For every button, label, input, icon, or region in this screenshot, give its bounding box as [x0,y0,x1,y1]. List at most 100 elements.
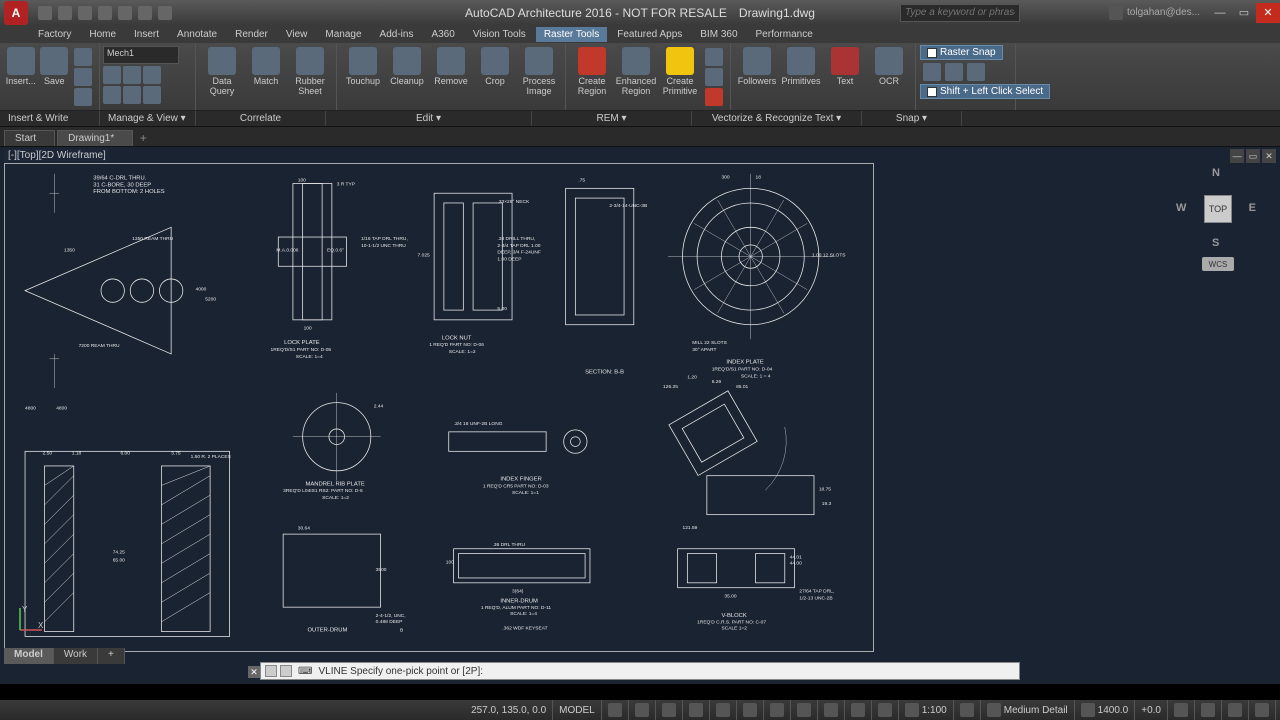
region-color-icon[interactable] [705,88,723,106]
panel-rem[interactable]: REM ▾ [532,111,692,126]
doctab-start[interactable]: Start [4,130,55,146]
minimize-button[interactable]: — [1208,3,1232,23]
help-search-input[interactable] [900,4,1020,22]
qat-saveas-icon[interactable] [98,6,112,20]
shift-click-select-toggle[interactable]: Shift + Left Click Select [920,84,1050,99]
tab-view[interactable]: View [278,27,316,42]
world-file-icon[interactable] [74,88,92,106]
image-selector[interactable]: Mech1 [103,46,179,64]
raster-drawing-canvas[interactable]: 39/64 C-DRL THRU. 31 C-BORE, 30 DEEP FRO… [4,163,874,652]
rubber-sheet-button[interactable]: Rubber Sheet [288,45,332,105]
enhanced-region-button[interactable]: Enhanced Region [614,45,658,105]
wcs-badge[interactable]: WCS [1202,257,1234,271]
status-coords[interactable]: 257.0, 135.0, 0.0 [465,700,553,720]
panel-snap[interactable]: Snap ▾ [862,111,962,126]
viewcube-w[interactable]: W [1176,202,1186,214]
touchup-button[interactable]: Touchup [341,45,385,105]
app-icon[interactable]: A [4,1,28,25]
viewcube-n[interactable]: N [1212,167,1220,179]
vp-maximize-icon[interactable]: ▭ [1246,149,1260,163]
snap-end-icon[interactable] [923,63,941,81]
insert-button[interactable]: Insert... [4,45,38,105]
zoom-to-icon[interactable] [103,66,121,84]
cmd-recent-icon[interactable] [265,665,277,677]
cmd-options-icon[interactable] [280,665,292,677]
create-region-button[interactable]: Create Region [570,45,614,105]
qat-undo-icon[interactable] [138,6,152,20]
followers-button[interactable]: Followers [735,45,779,105]
snap-corner-icon[interactable] [967,63,985,81]
info-icon[interactable] [143,66,161,84]
create-primitive-button[interactable]: Create Primitive [658,45,702,105]
status-plus[interactable]: +0.0 [1135,700,1168,720]
tab-factory[interactable]: Factory [30,27,79,42]
tab-render[interactable]: Render [227,27,276,42]
frames-icon[interactable] [103,86,121,104]
dynamic-input-icon[interactable] [851,703,865,717]
3dosnap-icon[interactable] [770,703,784,717]
panel-vectorize[interactable]: Vectorize & Recognize Text ▾ [692,111,862,126]
gear-icon[interactable] [960,703,974,717]
qat-redo-icon[interactable] [158,6,172,20]
tab-a360[interactable]: A360 [423,27,462,42]
maximize-button[interactable]: ▭ [1232,3,1256,23]
grid-icon[interactable] [608,703,622,717]
otrack-icon[interactable] [797,703,811,717]
tab-performance[interactable]: Performance [748,27,821,42]
viewcube-e[interactable]: E [1249,202,1256,214]
viewcube-s[interactable]: S [1212,237,1219,249]
doctab-drawing1[interactable]: Drawing1* [57,130,133,146]
export-icon[interactable] [74,68,92,86]
panel-edit[interactable]: Edit ▾ [326,111,532,126]
vp-close-icon[interactable]: ✕ [1262,149,1276,163]
merge-icon[interactable] [705,48,723,66]
vp-minimize-icon[interactable]: — [1230,149,1244,163]
clear-icon[interactable] [705,68,723,86]
osnap-icon[interactable] [743,703,757,717]
qat-open-icon[interactable] [58,6,72,20]
tab-addins[interactable]: Add-ins [372,27,422,42]
quality-icon[interactable] [123,86,141,104]
isoplane-icon[interactable] [716,703,730,717]
drawing-area[interactable]: [-][Top][2D Wireframe] — ▭ ✕ 39/64 C-DRL… [0,147,1280,684]
clean-screen-icon[interactable] [1228,703,1242,717]
dynamic-ucs-icon[interactable] [824,703,838,717]
qat-new-icon[interactable] [38,6,52,20]
layout-tab-model[interactable]: Model [4,648,54,664]
tab-featured-apps[interactable]: Featured Apps [609,27,690,42]
command-line[interactable]: ⌨ VLINE Specify one-pick point or [2P]: [260,662,1020,680]
layout-tab-work[interactable]: Work [54,648,98,664]
ocr-button[interactable]: OCR [867,45,911,105]
cleanup-button[interactable]: Cleanup [385,45,429,105]
match-button[interactable]: Match [244,45,288,105]
user-area[interactable]: tolgahan@des... [1109,6,1200,20]
tab-raster-tools[interactable]: Raster Tools [536,27,607,42]
tab-home[interactable]: Home [81,27,124,42]
close-button[interactable]: ✕ [1256,3,1280,23]
viewcube-top[interactable]: TOP [1204,195,1232,223]
qat-save-icon[interactable] [78,6,92,20]
status-detail[interactable]: Medium Detail [981,700,1075,720]
isolate-icon[interactable] [1174,703,1188,717]
transparency-icon[interactable] [143,86,161,104]
status-elevation[interactable]: 1400.0 [1075,700,1136,720]
layout-tab-add[interactable]: + [98,648,125,664]
tab-vision-tools[interactable]: Vision Tools [465,27,534,42]
view-cube[interactable]: N S W E TOP WCS [1176,167,1256,257]
status-model[interactable]: MODEL [553,700,602,720]
lineweight-icon[interactable] [878,703,892,717]
customize-icon[interactable] [1255,703,1269,717]
tab-annotate[interactable]: Annotate [169,27,225,42]
viewport-label[interactable]: [-][Top][2D Wireframe] [4,149,110,162]
remove-button[interactable]: Remove [429,45,473,105]
snap-mode-icon[interactable] [635,703,649,717]
panel-manage-view[interactable]: Manage & View ▾ [100,111,196,126]
cmdline-close-icon[interactable]: ✕ [248,666,260,678]
crop-button[interactable]: Crop [473,45,517,105]
ortho-icon[interactable] [662,703,676,717]
status-scale[interactable]: 1:100 [899,700,954,720]
primitives-button[interactable]: Primitives [779,45,823,105]
save-button[interactable]: Save [38,45,72,105]
doctab-new-button[interactable]: + [135,130,151,146]
hardware-accel-icon[interactable] [1201,703,1215,717]
